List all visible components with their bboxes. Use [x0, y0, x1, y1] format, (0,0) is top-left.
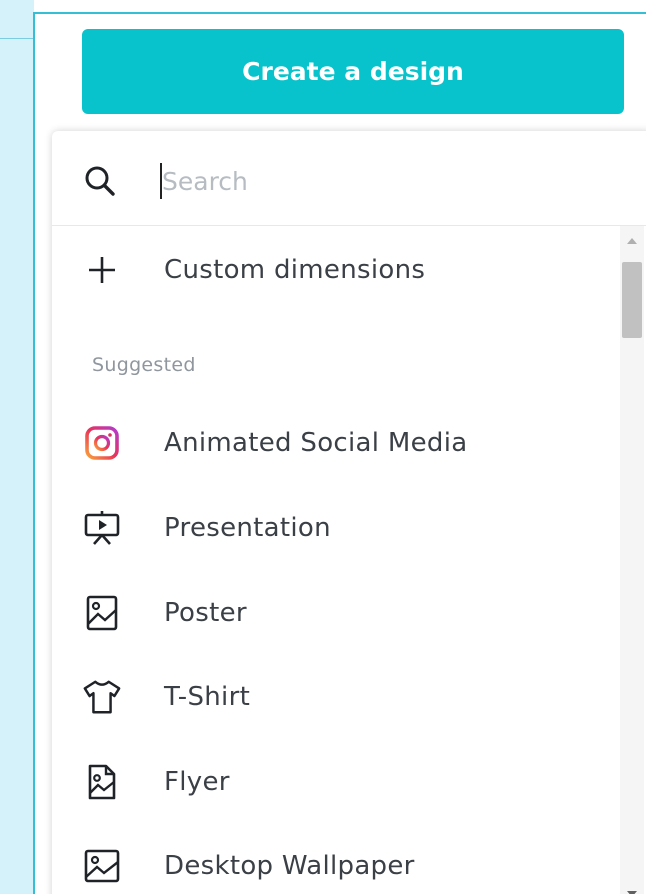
create-design-button[interactable]: Create a design [82, 29, 624, 114]
design-type-dropdown: Custom dimensions Suggested [52, 131, 646, 894]
suggestion-item-poster[interactable]: Poster [52, 582, 617, 644]
search-row [52, 131, 646, 226]
plus-icon [82, 250, 122, 290]
search-icon [84, 165, 116, 197]
search-input[interactable] [162, 161, 582, 201]
suggestion-item-desktop-wallpaper[interactable]: Desktop Wallpaper [52, 835, 617, 894]
suggestion-item-animated-social-media[interactable]: Animated Social Media [52, 412, 617, 474]
item-label: Poster [164, 598, 247, 628]
custom-dimensions-item[interactable]: Custom dimensions [52, 239, 617, 301]
item-label: T-Shirt [164, 682, 251, 712]
item-label: Flyer [164, 767, 230, 797]
suggestion-item-presentation[interactable]: Presentation [52, 497, 617, 559]
scroll-thumb[interactable] [622, 262, 642, 338]
suggested-section-label: Suggested [92, 354, 196, 376]
custom-dimensions-label: Custom dimensions [164, 255, 426, 285]
tshirt-icon [82, 677, 122, 717]
design-type-list: Custom dimensions Suggested Animated Soc… [52, 226, 617, 894]
item-label: Animated Social Media [164, 428, 468, 458]
page: Create a design Custom dimensio [0, 0, 646, 894]
list-scrollbar[interactable] [620, 226, 644, 894]
item-label: Presentation [164, 513, 331, 543]
scroll-up-arrow-icon[interactable] [627, 238, 637, 244]
presentation-icon [82, 508, 122, 548]
flyer-icon [82, 762, 122, 802]
poster-icon [82, 593, 122, 633]
instagram-icon [82, 423, 122, 463]
suggestion-item-tshirt[interactable]: T-Shirt [52, 666, 617, 728]
wallpaper-icon [82, 846, 122, 886]
suggestion-item-flyer[interactable]: Flyer [52, 751, 617, 813]
left-pane [0, 0, 34, 894]
item-label: Desktop Wallpaper [164, 851, 415, 881]
left-pane-divider [0, 38, 34, 39]
